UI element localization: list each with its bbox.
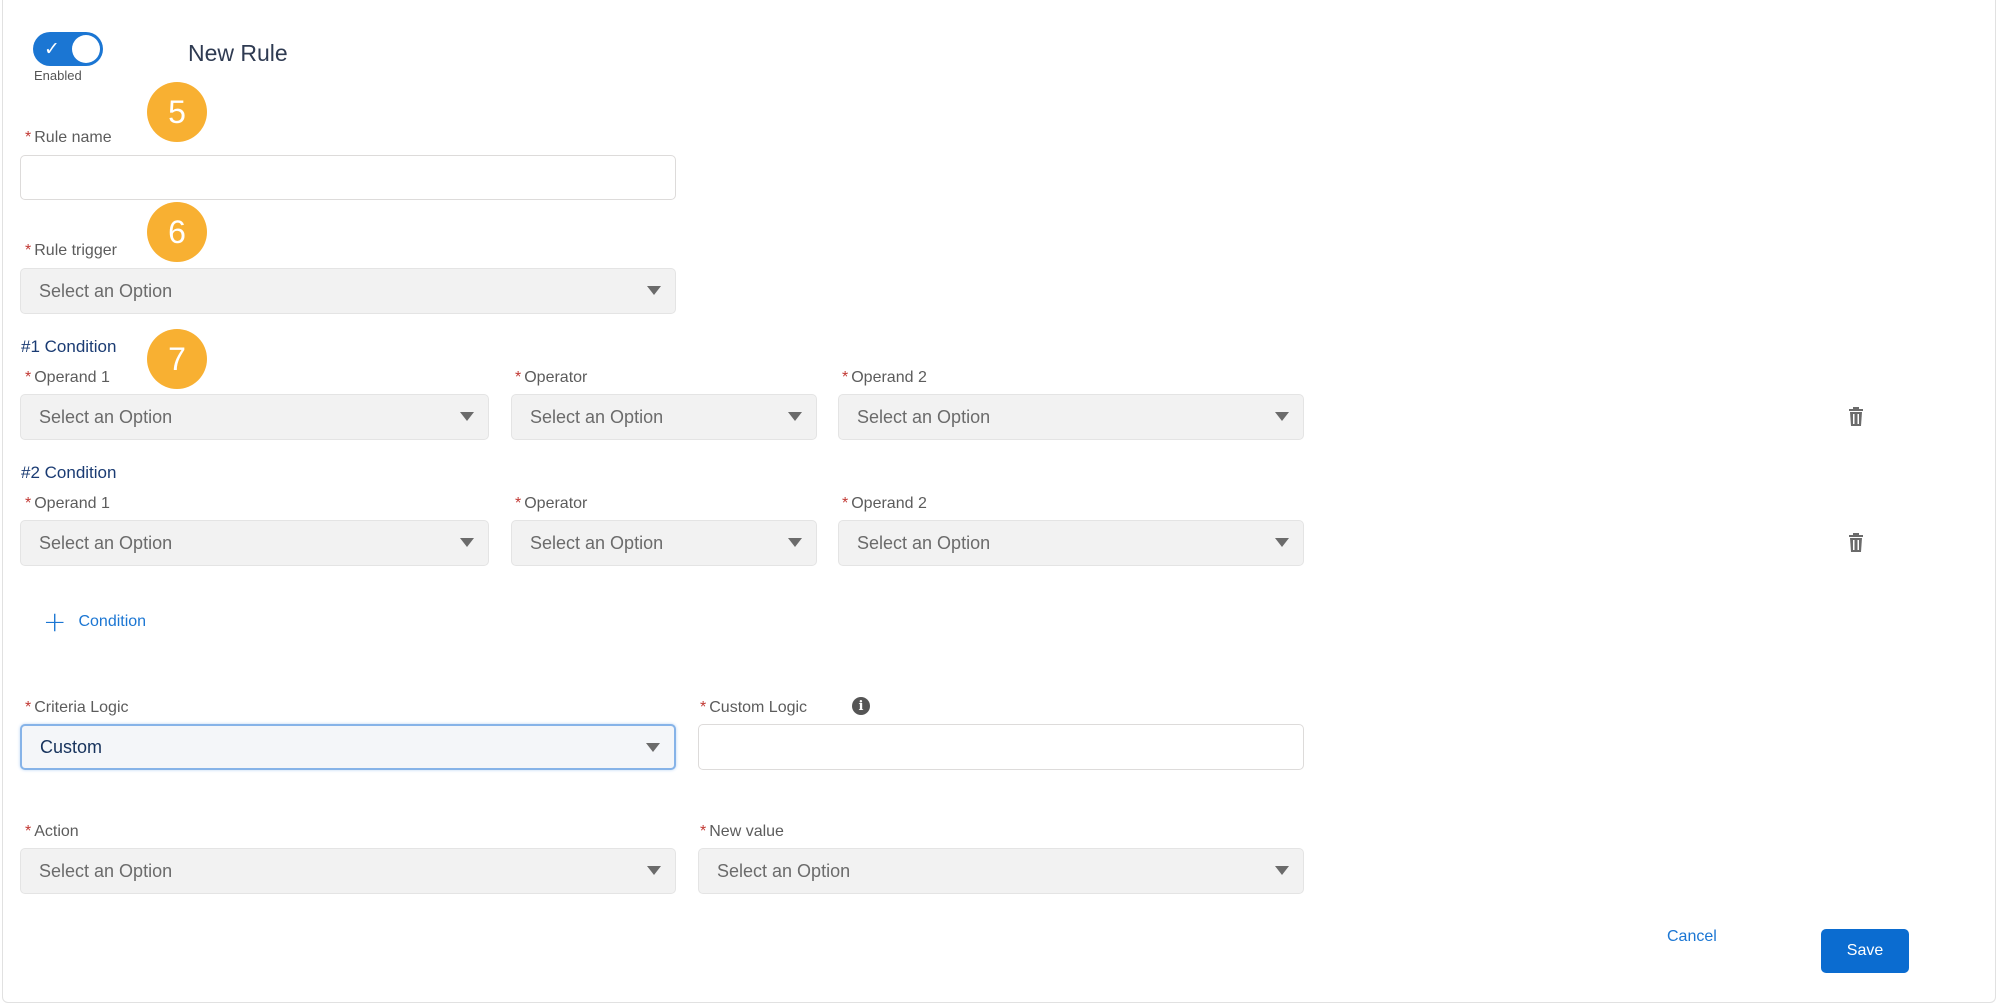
- condition-1-operator-label: * Operator: [515, 369, 588, 386]
- action-label: * Action: [25, 823, 79, 840]
- chevron-down-icon: [647, 866, 661, 875]
- custom-logic-label: * Custom Logic: [700, 699, 808, 716]
- step-badge-6: 6: [147, 202, 207, 262]
- condition-2-operand1-select[interactable]: Select an Option: [20, 520, 489, 566]
- custom-logic-input[interactable]: [698, 724, 1304, 770]
- checkmark-icon: ✓: [44, 38, 60, 60]
- enabled-toggle[interactable]: ✓: [33, 32, 103, 66]
- rule-trigger-label: * Rule trigger: [25, 242, 117, 259]
- condition-1-operand2-label: * Operand 2: [842, 369, 927, 386]
- step-badge-7: 7: [147, 329, 207, 389]
- action-select[interactable]: Select an Option: [20, 848, 676, 894]
- chevron-down-icon: [460, 412, 474, 421]
- new-value-select[interactable]: Select an Option: [698, 848, 1304, 894]
- new-value-label: * New value: [700, 823, 784, 840]
- condition-1-operand2-select[interactable]: Select an Option: [838, 394, 1304, 440]
- plus-icon: +: [43, 605, 67, 638]
- chevron-down-icon: [647, 286, 661, 295]
- condition-2-operator-select[interactable]: Select an Option: [511, 520, 817, 566]
- chevron-down-icon: [1275, 866, 1289, 875]
- add-condition-button[interactable]: + Condition: [43, 605, 147, 638]
- condition-2-title: #2 Condition: [21, 463, 117, 482]
- condition-1-operand1-select[interactable]: Select an Option: [20, 394, 489, 440]
- chevron-down-icon: [646, 743, 660, 752]
- toggle-label: Enabled: [34, 68, 82, 83]
- toggle-knob: [72, 35, 100, 63]
- rule-form-panel: ✓ Enabled New Rule 5 6 7 * Rule name * Rul…: [2, 0, 1996, 1003]
- rule-trigger-value: Select an Option: [39, 280, 173, 301]
- chevron-down-icon: [1275, 538, 1289, 547]
- chevron-down-icon: [788, 538, 802, 547]
- condition-2-operator-label: * Operator: [515, 495, 588, 512]
- condition-1-operator-select[interactable]: Select an Option: [511, 394, 817, 440]
- condition-1-title: #1 Condition: [21, 337, 117, 356]
- criteria-logic-select[interactable]: Custom: [20, 724, 676, 770]
- condition-1-operand1-label: * Operand 1: [25, 369, 110, 386]
- chevron-down-icon: [1275, 412, 1289, 421]
- cancel-button[interactable]: Cancel: [1667, 928, 1717, 946]
- criteria-logic-label: * Criteria Logic: [25, 699, 129, 716]
- trash-icon[interactable]: [1848, 407, 1864, 427]
- rule-name-input[interactable]: [20, 155, 676, 200]
- condition-2-operand2-select[interactable]: Select an Option: [838, 520, 1304, 566]
- chevron-down-icon: [788, 412, 802, 421]
- condition-2-operand2-label: * Operand 2: [842, 495, 927, 512]
- page-title: New Rule: [188, 40, 288, 66]
- save-button[interactable]: Save: [1821, 929, 1909, 973]
- add-condition-label: Condition: [78, 613, 147, 630]
- chevron-down-icon: [460, 538, 474, 547]
- info-icon[interactable]: i: [852, 697, 870, 715]
- rule-trigger-select[interactable]: Select an Option: [20, 268, 676, 314]
- trash-icon[interactable]: [1848, 533, 1864, 553]
- step-badge-5: 5: [147, 82, 207, 142]
- criteria-logic-value: Custom: [40, 736, 103, 757]
- rule-name-label: * Rule name: [25, 129, 112, 146]
- condition-2-operand1-label: * Operand 1: [25, 495, 110, 512]
